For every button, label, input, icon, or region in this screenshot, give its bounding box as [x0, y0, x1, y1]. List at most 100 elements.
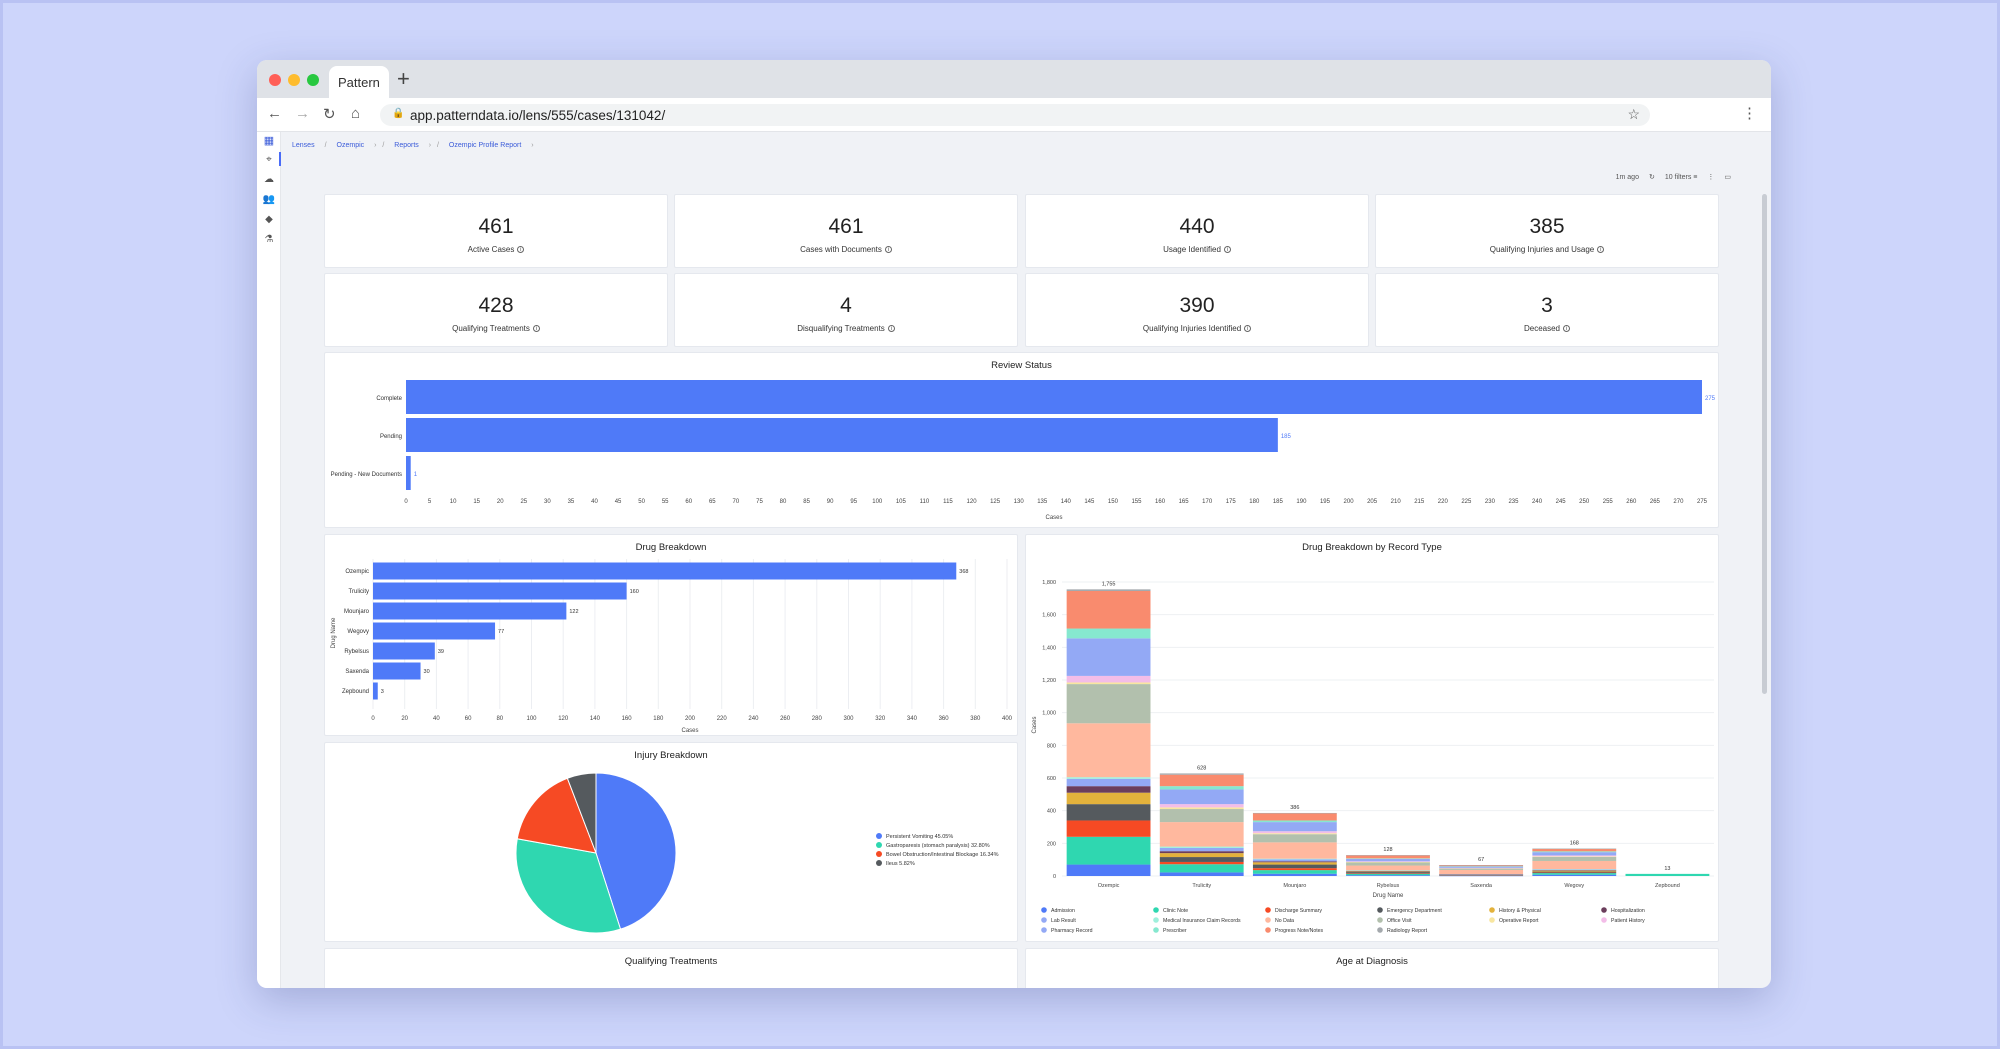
legend-swatch — [1377, 927, 1383, 933]
chart-title: Qualifying Treatments — [624, 956, 718, 967]
home-icon[interactable]: ⌂ — [351, 105, 360, 122]
legend-label: Medical Insurance Claim Records — [1163, 918, 1241, 924]
bookmark-star-icon[interactable]: ☆ — [1627, 106, 1640, 123]
info-icon[interactable]: i — [1244, 325, 1252, 333]
new-tab-plus-icon[interactable]: + — [397, 66, 410, 92]
info-icon[interactable]: i — [1563, 325, 1571, 333]
x-tick-label: 55 — [662, 499, 669, 505]
kpi-label: Qualifying Injuries and Usage — [1489, 245, 1595, 254]
maximize-window-button[interactable] — [307, 74, 319, 86]
x-tick-label: 200 — [1344, 499, 1355, 505]
data-label: 368 — [959, 569, 968, 575]
breadcrumb-report[interactable]: Ozempic Profile Report — [449, 142, 521, 149]
info-icon[interactable]: i — [1597, 246, 1605, 254]
legend-label: Progress Note/Notes — [1275, 928, 1324, 934]
stack-segment — [1439, 874, 1524, 875]
kpi-label: Disqualifying Treatments — [797, 324, 885, 333]
back-arrow-icon[interactable]: ← — [267, 105, 282, 122]
legend-label: No Data — [1275, 918, 1294, 924]
stack-segment — [1159, 846, 1244, 848]
x-tick-label: 360 — [939, 716, 950, 722]
injury-breakdown-chart: Persistent Vomiting 45.05% Gastroparesis … — [515, 772, 999, 934]
folder-icon[interactable]: ▭ — [1724, 173, 1731, 181]
y-tick-label: 1,800 — [1042, 580, 1056, 586]
x-tick-label: 400 — [1002, 716, 1013, 722]
breadcrumb-ozempic[interactable]: Ozempic — [337, 142, 365, 149]
y-tick-label: 200 — [1047, 841, 1056, 847]
category-label: Complete — [376, 396, 402, 402]
x-tick-label: Ozempic — [1098, 883, 1120, 889]
info-icon[interactable]: i — [1223, 246, 1231, 254]
breadcrumb-lenses[interactable]: Lenses — [292, 142, 315, 149]
legend-swatch — [1601, 907, 1607, 913]
flask-icon[interactable]: ⚗ — [262, 234, 276, 245]
users-icon[interactable]: 👥 — [262, 194, 276, 205]
kpi-value: 4 — [840, 294, 852, 317]
legend-swatch — [1041, 907, 1047, 913]
stack-segment — [1159, 857, 1244, 862]
url-field[interactable]: 🔒 app.patterndata.io/lens/555/cases/1310… — [380, 104, 1650, 126]
x-tick-label: 60 — [465, 716, 472, 722]
forward-arrow-icon[interactable]: → — [295, 105, 310, 122]
legend-swatch — [1265, 927, 1271, 933]
stack-segment — [1439, 866, 1524, 868]
kpi-value: 461 — [828, 215, 864, 238]
refresh-icon[interactable]: ↻ — [1649, 173, 1655, 181]
cloud-upload-icon[interactable]: ☁ — [262, 174, 276, 185]
data-label: 3 — [381, 689, 384, 695]
legend-label: Clinic Note — [1163, 908, 1188, 914]
kpi-card-cases-with-documents: 461 Cases with Documents i — [674, 194, 1018, 268]
x-tick-label: 320 — [875, 716, 886, 722]
x-tick-label: 80 — [496, 716, 503, 722]
x-tick-label: 50 — [638, 499, 645, 505]
legend-swatch — [1489, 907, 1495, 913]
x-tick-label: 340 — [907, 716, 918, 722]
x-tick-label: 145 — [1084, 499, 1095, 505]
total-label: 168 — [1570, 841, 1579, 847]
x-tick-label: Rybelsus — [1377, 883, 1400, 889]
kpi-card-usage-identified: 440 Usage Identified i — [1025, 194, 1369, 268]
breadcrumb-reports[interactable]: Reports — [394, 142, 419, 149]
page-scrollbar[interactable] — [1762, 194, 1767, 694]
minimize-window-button[interactable] — [288, 74, 300, 86]
data-label: 39 — [438, 649, 444, 655]
legend-label: History & Physical — [1499, 908, 1541, 914]
stack-segment — [1066, 589, 1151, 591]
x-tick-label: 175 — [1226, 499, 1237, 505]
browser-menu-icon[interactable]: ⋮ — [1742, 104, 1757, 122]
diamond-icon[interactable]: ◆ — [262, 214, 276, 225]
info-icon[interactable]: i — [532, 325, 540, 333]
close-window-button[interactable] — [269, 74, 281, 86]
breadcrumb-separator: › / — [428, 142, 439, 149]
kpi-label: Deceased — [1523, 324, 1561, 333]
info-icon[interactable]: i — [517, 246, 525, 254]
kpi-label-wrap: Qualifying Injuries Identified i — [1026, 324, 1368, 333]
stack-segment — [1252, 820, 1337, 823]
stack-segment — [1532, 848, 1617, 852]
stack-segment — [1532, 851, 1617, 853]
active-nav-indicator — [279, 152, 281, 166]
x-tick-label: 15 — [473, 499, 480, 505]
info-icon[interactable]: i — [884, 246, 892, 254]
stack-segment — [1159, 861, 1244, 865]
reload-icon[interactable]: ↻ — [323, 105, 336, 123]
x-tick-label: 100 — [872, 499, 883, 505]
legend-swatch — [1489, 917, 1495, 923]
browser-tab[interactable]: Pattern — [329, 66, 389, 98]
legend-label: Gastroparesis (stomach paralysis) 32.80% — [886, 843, 990, 849]
x-tick-label: 170 — [1202, 499, 1213, 505]
x-tick-label: 300 — [843, 716, 854, 722]
stack-segment — [1066, 675, 1151, 683]
info-icon[interactable]: i — [887, 325, 895, 333]
crosshair-icon[interactable]: ⌖ — [262, 154, 276, 165]
stack-segment — [1252, 833, 1337, 835]
data-label: 1 — [414, 472, 418, 478]
stack-segment — [1252, 864, 1337, 869]
more-options-icon[interactable]: ⋮ — [1707, 173, 1714, 181]
filters-button[interactable]: 10 filters ≡ — [1665, 174, 1698, 181]
x-tick-label: 265 — [1650, 499, 1661, 505]
x-tick-label: 180 — [653, 716, 664, 722]
stack-segment — [1346, 858, 1430, 862]
filter-icon: ≡ — [1693, 173, 1698, 181]
apps-grid-icon[interactable]: ▦ — [262, 134, 276, 147]
